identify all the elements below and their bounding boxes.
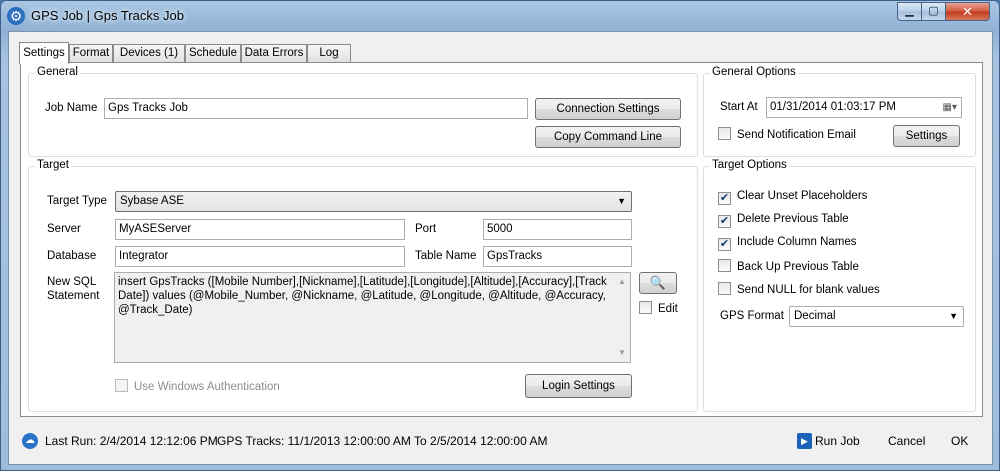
settings-panel: General Job Name Gps Tracks Job Connecti… xyxy=(20,62,983,417)
server-label: Server xyxy=(47,223,81,235)
target-options-group: Target Options ✔ Clear Unset Placeholders… xyxy=(703,159,976,412)
general-options-group: General Options Start At 01/31/2014 01:0… xyxy=(703,66,976,157)
windows-auth-label: Use Windows Authentication xyxy=(134,381,280,393)
sql-statement-text: insert GpsTracks ([Mobile Number],[Nickn… xyxy=(118,276,607,316)
port-input[interactable]: 5000 xyxy=(483,219,632,240)
delete-previous-checkbox[interactable]: ✔ Delete Previous Table xyxy=(718,213,849,228)
sql-label-line1: New SQL xyxy=(47,276,97,288)
port-label: Port xyxy=(415,223,437,235)
last-run-text: Last Run: 2/4/2014 12:12:06 PM xyxy=(45,434,218,448)
cancel-button[interactable]: Cancel xyxy=(888,434,925,448)
minimize-button[interactable]: ▁ xyxy=(897,2,922,21)
clear-unset-label: Clear Unset Placeholders xyxy=(737,190,868,202)
sql-statement-textarea[interactable]: insert GpsTracks ([Mobile Number],[Nickn… xyxy=(114,272,631,363)
tab-schedule[interactable]: Schedule xyxy=(185,44,241,63)
send-null-checkbox[interactable]: Send NULL for blank values xyxy=(718,282,880,296)
gps-format-value: Decimal xyxy=(794,310,836,322)
scroll-down-icon[interactable]: ▼ xyxy=(614,346,630,360)
dialog-window: ⚙ GPS Job | Gps Tracks Job ▁ ▢ ✕ Setting… xyxy=(0,0,1000,471)
notification-settings-button[interactable]: Settings xyxy=(893,125,960,147)
target-group-title: Target xyxy=(35,159,71,171)
scroll-up-icon[interactable]: ▲ xyxy=(614,275,630,289)
title-bar[interactable]: ⚙ GPS Job | Gps Tracks Job ▁ ▢ ✕ xyxy=(1,1,999,31)
job-name-input[interactable]: Gps Tracks Job xyxy=(104,98,528,119)
tab-data-errors[interactable]: Data Errors xyxy=(241,44,307,63)
backup-previous-box[interactable] xyxy=(718,259,731,272)
sql-scrollbar[interactable]: ▲ ▼ xyxy=(614,273,630,362)
search-icon[interactable]: 🔍 xyxy=(639,272,677,294)
calendar-dropdown-icon[interactable]: ▦▾ xyxy=(943,98,957,117)
target-type-select[interactable]: Sybase ASE ▼ xyxy=(115,191,632,212)
cloud-icon: ☁ xyxy=(22,433,38,449)
play-icon[interactable]: ▶ xyxy=(797,433,812,449)
send-email-label: Send Notification Email xyxy=(737,129,856,141)
general-group: General Job Name Gps Tracks Job Connecti… xyxy=(28,66,698,157)
send-email-box[interactable] xyxy=(718,127,731,140)
gps-format-label: GPS Format xyxy=(720,310,784,322)
check-icon[interactable]: ✔ xyxy=(718,238,731,251)
clear-unset-checkbox[interactable]: ✔ Clear Unset Placeholders xyxy=(718,190,867,205)
start-at-label: Start At xyxy=(720,101,758,113)
table-name-input[interactable]: GpsTracks xyxy=(483,246,632,267)
connection-settings-button[interactable]: Connection Settings xyxy=(535,98,681,120)
maximize-button[interactable]: ▢ xyxy=(921,2,946,21)
database-input[interactable]: Integrator xyxy=(115,246,405,267)
gps-format-select[interactable]: Decimal ▼ xyxy=(789,306,964,327)
gps-tracks-range-text: GPS Tracks: 11/1/2013 12:00:00 AM To 2/5… xyxy=(217,434,548,448)
tab-settings[interactable]: Settings xyxy=(19,42,69,64)
gear-icon: ⚙ xyxy=(7,7,25,25)
general-group-title: General xyxy=(35,66,80,78)
check-icon[interactable]: ✔ xyxy=(718,192,731,205)
edit-box[interactable] xyxy=(639,301,652,314)
backup-previous-checkbox[interactable]: Back Up Previous Table xyxy=(718,259,859,273)
chevron-down-icon: ▼ xyxy=(617,196,626,206)
backup-previous-label: Back Up Previous Table xyxy=(737,261,859,273)
tab-log[interactable]: Log xyxy=(307,44,351,63)
status-bar: ☁ Last Run: 2/4/2014 12:12:06 PM GPS Tra… xyxy=(8,421,993,461)
target-type-value: Sybase ASE xyxy=(120,195,184,207)
send-null-box[interactable] xyxy=(718,282,731,295)
login-settings-button[interactable]: Login Settings xyxy=(525,374,632,398)
chevron-down-icon: ▼ xyxy=(949,311,958,321)
windows-auth-box[interactable] xyxy=(115,379,128,392)
job-name-label: Job Name xyxy=(45,102,98,114)
start-at-value: 01/31/2014 01:03:17 PM xyxy=(770,101,896,113)
dialog-client: Settings Format Devices (1) Schedule Dat… xyxy=(8,31,993,465)
target-options-title: Target Options xyxy=(710,159,789,171)
include-columns-checkbox[interactable]: ✔ Include Column Names xyxy=(718,236,857,251)
edit-checkbox[interactable]: Edit xyxy=(639,301,678,315)
check-icon[interactable]: ✔ xyxy=(718,215,731,228)
window-title: GPS Job | Gps Tracks Job xyxy=(31,8,184,23)
tab-format[interactable]: Format xyxy=(69,44,113,63)
server-input[interactable]: MyASEServer xyxy=(115,219,405,240)
general-options-title: General Options xyxy=(710,66,798,78)
delete-previous-label: Delete Previous Table xyxy=(737,213,849,225)
send-email-checkbox[interactable]: Send Notification Email xyxy=(718,127,856,141)
edit-label: Edit xyxy=(658,303,678,315)
database-label: Database xyxy=(47,250,97,262)
tab-devices[interactable]: Devices (1) xyxy=(113,44,185,63)
windows-auth-checkbox[interactable]: Use Windows Authentication xyxy=(115,379,280,393)
send-null-label: Send NULL for blank values xyxy=(737,284,880,296)
run-job-button[interactable]: Run Job xyxy=(815,434,860,448)
start-at-picker[interactable]: 01/31/2014 01:03:17 PM ▦▾ xyxy=(766,97,962,118)
sql-label-line2: Statement xyxy=(47,290,100,302)
include-columns-label: Include Column Names xyxy=(737,236,857,248)
target-type-label: Target Type xyxy=(47,195,107,207)
close-button[interactable]: ✕ xyxy=(945,2,990,21)
ok-button[interactable]: OK xyxy=(951,434,968,448)
table-name-label: Table Name xyxy=(415,250,477,262)
copy-command-line-button[interactable]: Copy Command Line xyxy=(535,126,681,148)
